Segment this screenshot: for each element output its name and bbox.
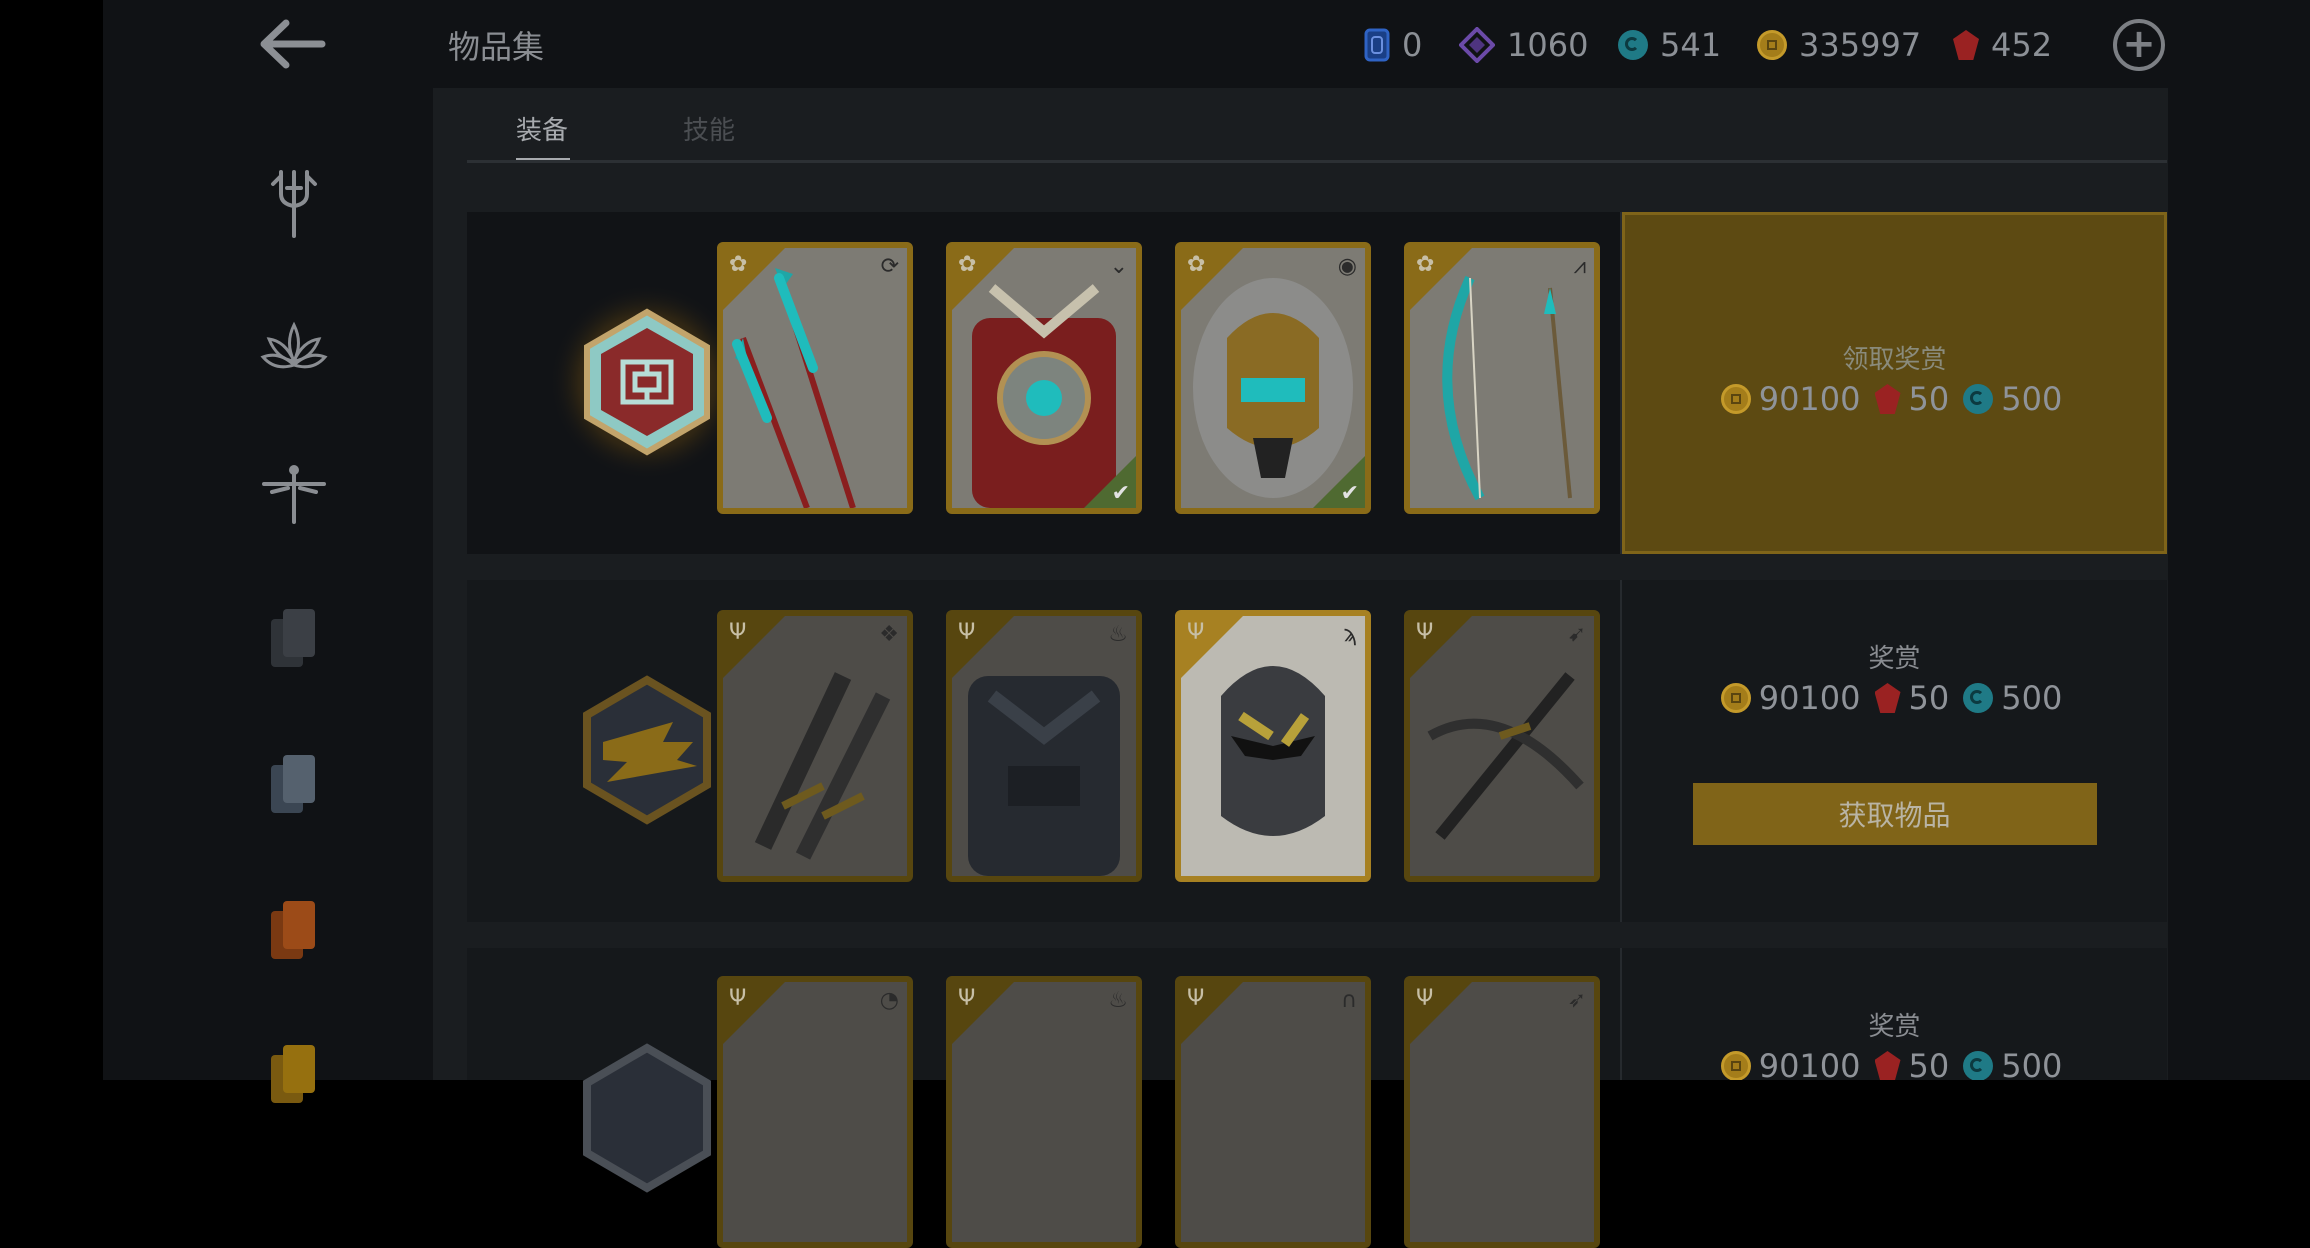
bow-image (1442, 275, 1572, 501)
tab-bar: 装备 技能 (467, 104, 2167, 164)
currency-coins-value: 335997 (1799, 26, 1922, 64)
ruby-icon (1953, 30, 1979, 60)
item-card-locked-2[interactable]: Ψ ♨ (946, 976, 1142, 1248)
currency-gems[interactable]: 1060 (1459, 22, 1588, 68)
reward-list: 90100 50 500 (1720, 1047, 2069, 1080)
reward-swirls: 500 (2001, 1047, 2063, 1080)
reward-panel: 奖赏 90100 50 500 获取物品 (1622, 580, 2167, 922)
item-card-twin-spears[interactable]: ✿ ⟳ (717, 242, 913, 514)
trident-icon: Ψ (1416, 986, 1434, 1011)
currency-swirl-value: 541 (1660, 26, 1722, 64)
currency-tickets-value: 0 (1402, 26, 1423, 64)
sidebar-item-cards-gold[interactable] (256, 1036, 332, 1112)
reward-coins: 90100 (1758, 679, 1861, 717)
item-card-armor[interactable]: ✿ ⌄ ✔ (946, 242, 1142, 514)
set-row: Ψ ❖ Ψ ♨ Ψ ϡ Ψ ➹ 奖赏 90100 50 500 获取物品 (467, 580, 2167, 922)
dark-armor-image (968, 676, 1120, 876)
reward-title: 奖赏 (1868, 644, 1921, 674)
reward-swirls: 500 (2001, 679, 2063, 717)
trident-icon: Ψ (958, 986, 976, 1011)
app-root: 物品集 0 1060 541 335997 452 + 装备 技能 ✿ ⟳ ✿ … (0, 0, 2310, 1248)
cards-slate-icon (271, 755, 315, 813)
gold-coin-icon (1720, 384, 1751, 414)
back-button[interactable] (253, 16, 329, 72)
add-currency-button[interactable]: + (2113, 19, 2165, 71)
tabs-divider (467, 160, 2167, 163)
item-card-bow[interactable]: ✿ ⩘ (1404, 242, 1600, 514)
gold-coin-icon (1720, 683, 1751, 713)
teal-swirl-icon (1963, 683, 1994, 713)
lotus-icon (260, 321, 328, 369)
sidebar-item-dragonfly[interactable] (256, 456, 332, 532)
twin-spears-image (732, 268, 856, 508)
purple-diamond-icon (1459, 27, 1495, 63)
claim-reward-button[interactable]: 领取奖赏 90100 50 500 (1622, 212, 2167, 554)
reward-panel: 奖赏 90100 50 500 (1622, 948, 2167, 1080)
reward-rubies: 50 (1908, 1047, 1950, 1080)
item-card-swords[interactable]: Ψ ❖ (717, 610, 913, 882)
cards-orange-icon (271, 901, 315, 959)
swords-image (754, 672, 891, 860)
gold-coin-icon (1720, 1051, 1751, 1080)
sidebar-item-trident[interactable] (256, 164, 332, 240)
reward-rubies: 50 (1908, 380, 1950, 418)
currency-gems-value: 1060 (1507, 26, 1589, 64)
item-card-helmet[interactable]: ✿ ◉ ✔ (1175, 242, 1371, 514)
teal-swirl-icon (1963, 384, 1994, 414)
crossbow-image (1427, 672, 1584, 840)
item-card-locked-3[interactable]: Ψ ∩ (1175, 976, 1371, 1248)
item-card-dark-armor[interactable]: Ψ ♨ (946, 610, 1142, 882)
reward-list: 90100 50 500 (1720, 380, 2069, 418)
sidebar-item-cards-slate[interactable] (256, 746, 332, 822)
sidebar-item-cards-gray[interactable] (256, 600, 332, 676)
reward-title: 奖赏 (1868, 1012, 1921, 1042)
orb-icon: ◔ (879, 988, 899, 1013)
set-row: Ψ ◔ Ψ ♨ Ψ ∩ Ψ ➶ 奖赏 90100 50 500 (467, 948, 2167, 1248)
item-card-dark-helmet[interactable]: Ψ ϡ (1175, 610, 1371, 882)
reward-title: 领取奖赏 (1842, 345, 1947, 375)
ruby-icon (1874, 683, 1901, 713)
reward-rubies: 50 (1908, 679, 1950, 717)
ticket-icon (1364, 28, 1390, 62)
item-card-locked-1[interactable]: Ψ ◔ (717, 976, 913, 1248)
ruby-icon (1874, 384, 1901, 414)
tab-equipment[interactable]: 装备 (516, 110, 568, 147)
ruby-icon (1874, 1051, 1901, 1080)
currency-rubies[interactable]: 452 (1953, 22, 2052, 68)
sidebar-item-lotus[interactable] (256, 311, 332, 387)
page-title: 物品集 (448, 28, 545, 66)
back-arrow-icon (260, 19, 326, 69)
sidebar-item-cards-orange[interactable] (256, 892, 332, 968)
teal-swirl-icon (1618, 30, 1648, 60)
check-icon: ✔ (1111, 481, 1130, 506)
get-item-button[interactable]: 获取物品 (1692, 783, 2097, 845)
reward-list: 90100 50 500 (1720, 679, 2069, 717)
reward-swirls: 500 (2001, 380, 2063, 418)
dark-helmet-image (1221, 666, 1325, 836)
teal-swirl-icon (1963, 1051, 1994, 1080)
add-circle-icon: + (2122, 21, 2156, 67)
currency-swirl[interactable]: 541 (1618, 22, 1721, 68)
dragonfly-icon (262, 465, 326, 524)
currency-rubies-value: 452 (1991, 26, 2053, 64)
item-card-crossbow[interactable]: Ψ ➹ (1404, 610, 1600, 882)
currency-coins[interactable]: 335997 (1757, 22, 1921, 68)
trident-icon: Ψ (729, 986, 747, 1011)
reward-coins: 90100 (1758, 1047, 1861, 1080)
currency-tickets[interactable]: 0 (1364, 22, 1422, 68)
cards-gold-icon (271, 1045, 315, 1103)
gold-coin-icon (1757, 30, 1787, 60)
check-icon: ✔ (1340, 481, 1359, 506)
set-row: ✿ ⟳ ✿ ⌄ ✔ ✿ ◉ ✔ ✿ ⩘ 领取奖赏 90100 50 500 (467, 212, 2167, 554)
trident-icon (271, 170, 317, 238)
arc-icon: ∩ (1340, 988, 1357, 1013)
cards-gray-icon (271, 609, 315, 667)
item-card-locked-4[interactable]: Ψ ➶ (1404, 976, 1600, 1248)
flame-icon: ♨ (1108, 988, 1128, 1013)
trident-icon: Ψ (1187, 986, 1205, 1011)
wing-icon: ➶ (1567, 988, 1586, 1013)
reward-coins: 90100 (1758, 380, 1861, 418)
tab-skills[interactable]: 技能 (683, 110, 735, 147)
